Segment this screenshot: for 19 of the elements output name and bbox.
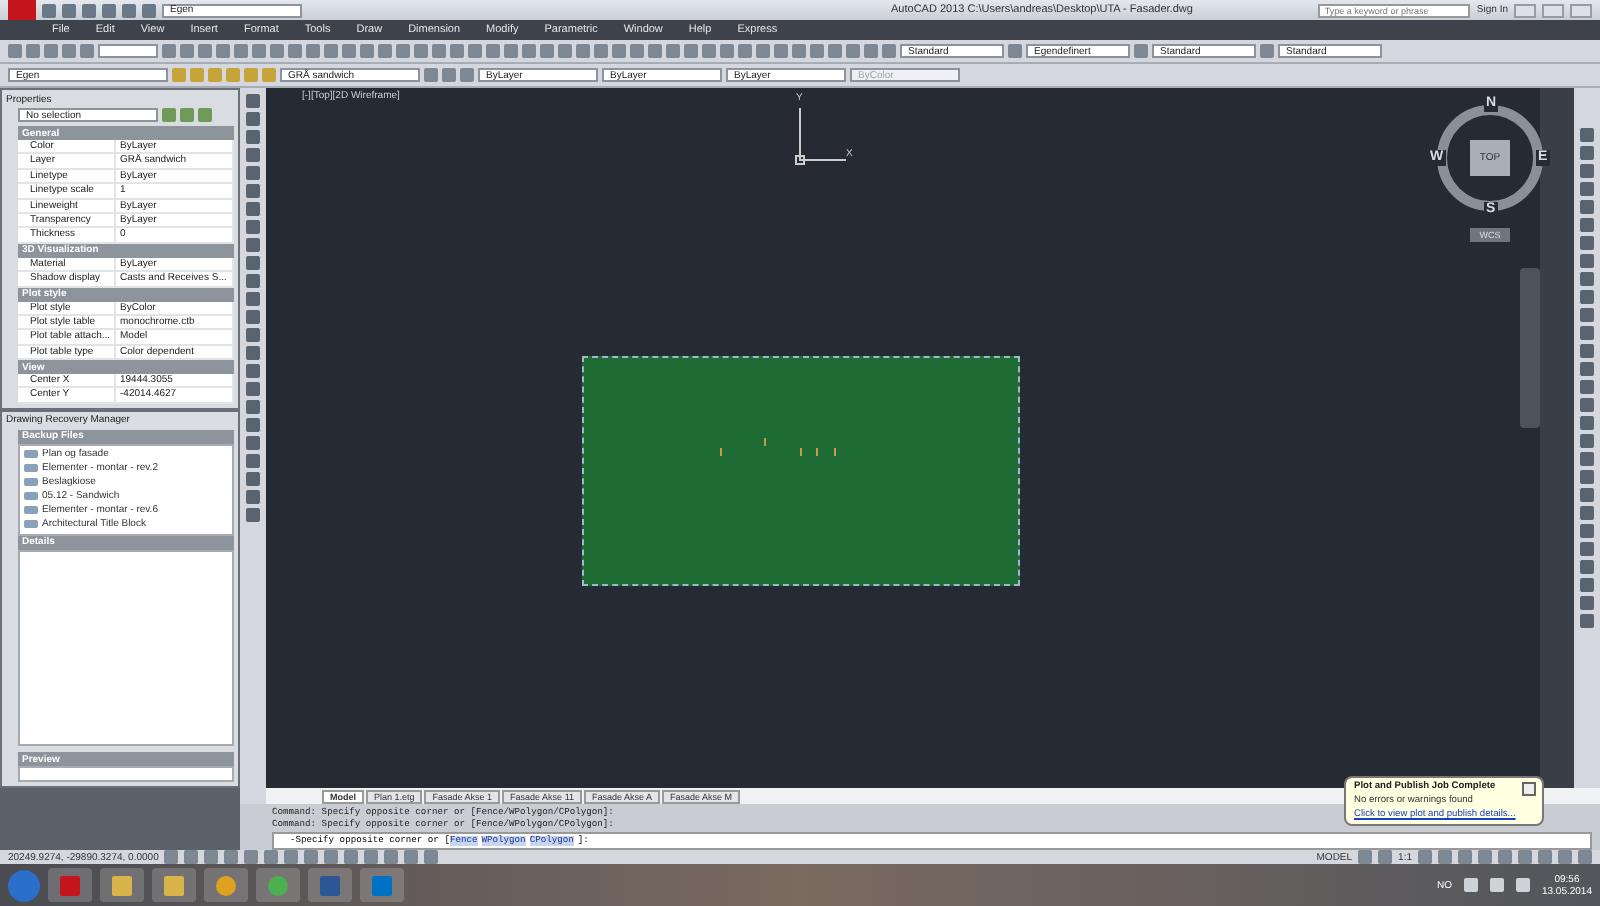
taskbar-app-icon[interactable] [204, 868, 248, 902]
toolbar-dropdown[interactable] [98, 44, 158, 58]
style-icon[interactable] [1134, 44, 1148, 58]
taskbar-app-icon[interactable] [360, 868, 404, 902]
navigation-bar[interactable] [1520, 268, 1540, 428]
taskbar-app-icon[interactable] [100, 868, 144, 902]
style-icon[interactable] [882, 44, 896, 58]
selected-drawing-area[interactable] [582, 356, 1020, 586]
maximize-button[interactable] [1542, 3, 1564, 17]
style-icon[interactable] [1260, 44, 1274, 58]
close-button[interactable] [1570, 3, 1592, 17]
close-button[interactable] [1522, 782, 1536, 796]
taskbar-app-icon[interactable] [48, 868, 92, 902]
taskbar-app-icon[interactable] [152, 868, 196, 902]
start-button[interactable] [8, 869, 40, 901]
style-icon[interactable] [1008, 44, 1022, 58]
taskbar-app-icon[interactable] [256, 868, 300, 902]
taskbar-app-icon[interactable] [308, 868, 352, 902]
minimize-button[interactable] [1514, 3, 1536, 17]
